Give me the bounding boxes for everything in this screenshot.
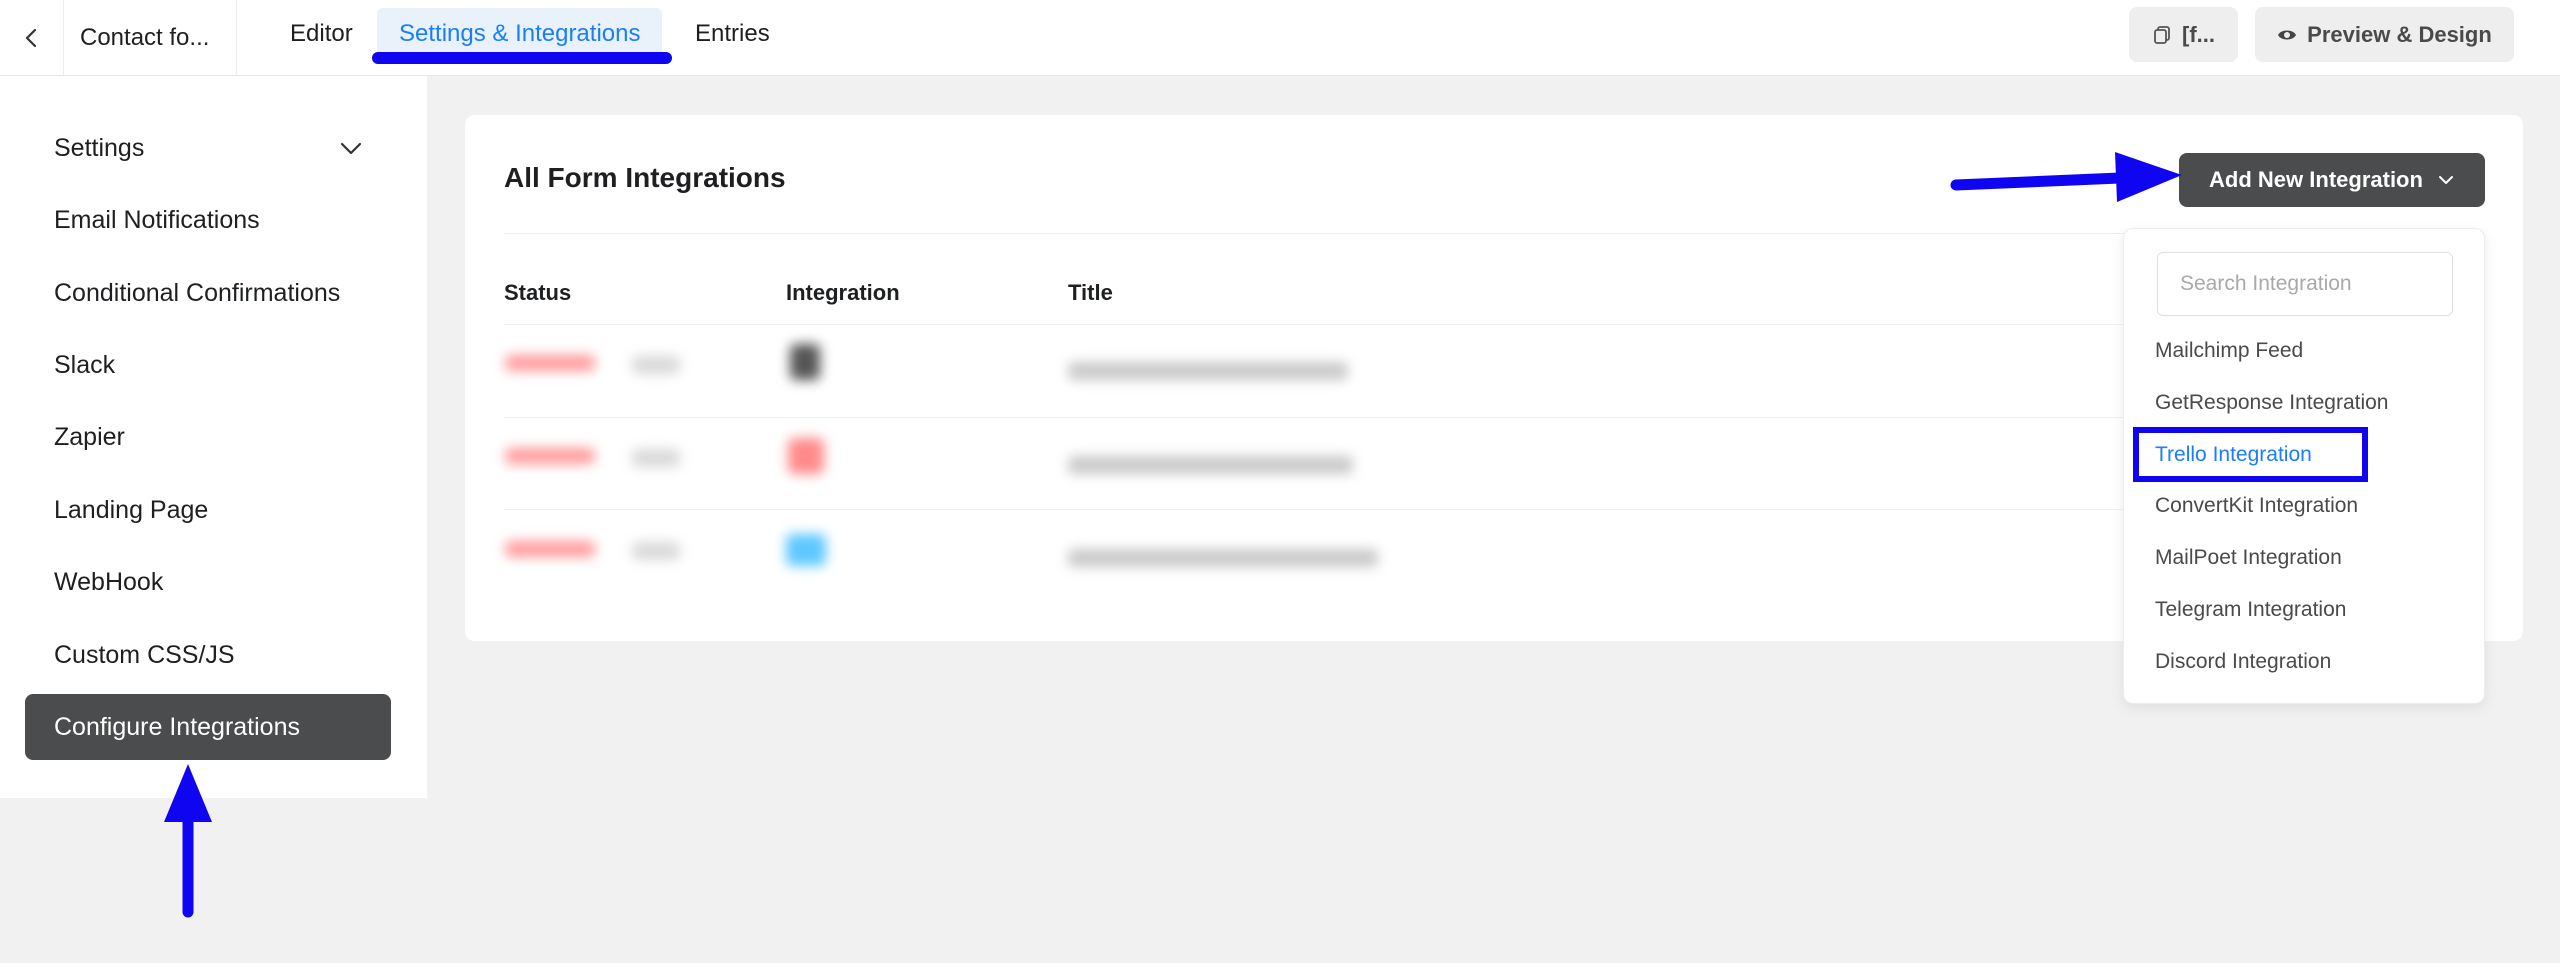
eye-icon (2278, 30, 2297, 39)
sidebar-item-conditional-confirmations[interactable]: Conditional Confirmations (54, 273, 340, 313)
divider (504, 233, 2204, 234)
dropdown-item-getresponse[interactable]: GetResponse Integration (2155, 387, 2388, 419)
shortcode-button[interactable]: [f... (2129, 7, 2238, 62)
row-divider (504, 509, 2204, 510)
row-divider (504, 417, 2204, 418)
search-integration-input[interactable] (2157, 252, 2453, 316)
row-divider (504, 324, 2204, 325)
annotation-arrow-right-icon (1950, 152, 2182, 202)
back-button[interactable] (0, 0, 64, 76)
integration-logo-icon (788, 438, 824, 474)
integration-logo-icon (790, 344, 820, 380)
status-toggle (632, 356, 680, 374)
sidebar-item-custom-css-js[interactable]: Custom CSS/JS (54, 635, 235, 675)
dropdown-item-convertkit[interactable]: ConvertKit Integration (2155, 490, 2358, 522)
page-title: All Form Integrations (504, 162, 786, 193)
column-header-title: Title (1068, 280, 1113, 305)
column-header-status: Status (504, 280, 572, 305)
annotation-arrow-up-icon (164, 764, 212, 918)
chevron-down-icon (2438, 176, 2453, 184)
tab-editor[interactable]: Editor (268, 8, 375, 60)
status-badge (505, 541, 595, 557)
annotation-highlight-box (2133, 427, 2368, 482)
tab-entries[interactable]: Entries (673, 8, 792, 60)
integration-title (1068, 549, 1378, 567)
sidebar-item-landing-page[interactable]: Landing Page (54, 490, 208, 530)
sidebar-item-slack[interactable]: Slack (54, 345, 115, 385)
dropdown-item-mailpoet[interactable]: MailPoet Integration (2155, 542, 2342, 574)
sidebar-item-configure-integrations[interactable]: Configure Integrations (25, 694, 391, 760)
sidebar-item-label: Settings (54, 133, 145, 162)
add-new-integration-button[interactable]: Add New Integration (2179, 153, 2485, 207)
sidebar-item-zapier[interactable]: Zapier (54, 417, 125, 457)
copy-icon (2154, 25, 2170, 44)
top-bar: Contact fo... Editor Settings & Integrat… (0, 0, 2560, 76)
preview-design-button[interactable]: Preview & Design (2255, 7, 2514, 62)
add-new-integration-label: Add New Integration (2209, 167, 2423, 192)
sidebar-item-webhook[interactable]: WebHook (54, 562, 163, 602)
preview-design-label: Preview & Design (2307, 21, 2492, 47)
dropdown-item-telegram[interactable]: Telegram Integration (2155, 594, 2346, 626)
chevron-down-icon[interactable] (339, 138, 363, 158)
dropdown-item-mailchimp[interactable]: Mailchimp Feed (2155, 335, 2303, 367)
status-toggle (632, 542, 680, 560)
annotation-underline (372, 52, 672, 64)
shortcode-label: [f... (2182, 21, 2215, 47)
integration-title (1068, 456, 1353, 474)
sidebar-item-settings[interactable]: Settings (54, 128, 144, 168)
status-badge (505, 355, 595, 371)
column-header-integration: Integration (786, 280, 900, 305)
integration-title (1068, 362, 1348, 380)
form-name[interactable]: Contact fo... (64, 0, 237, 76)
integration-logo-icon (786, 534, 826, 566)
status-toggle (632, 449, 680, 467)
sidebar-item-email-notifications[interactable]: Email Notifications (54, 200, 260, 240)
dropdown-item-discord[interactable]: Discord Integration (2155, 646, 2331, 678)
status-badge (505, 448, 595, 464)
chevron-left-icon (25, 28, 36, 48)
